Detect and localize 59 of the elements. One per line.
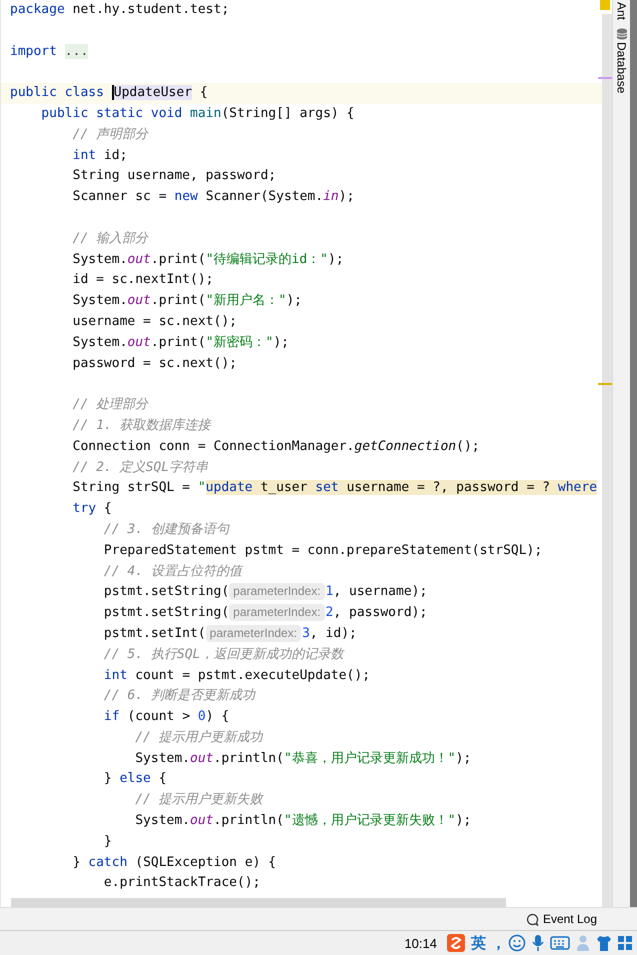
code-line: } else { bbox=[102, 771, 167, 786]
ime-logo-icon[interactable] bbox=[446, 933, 466, 953]
code-line: // 4. 设置占位符的值 bbox=[102, 564, 242, 579]
code-line: username = sc.next(); bbox=[72, 314, 237, 329]
shirt-icon[interactable] bbox=[596, 934, 612, 952]
code-line: } catch (SQLException e) { bbox=[72, 854, 276, 870]
code-editor[interactable] bbox=[0, 0, 612, 907]
code-line: System.out.print("待编辑记录的id："); bbox=[72, 252, 344, 267]
grid-icon[interactable] bbox=[617, 935, 633, 951]
vertical-scrollbar[interactable] bbox=[602, 14, 612, 907]
code-line: pstmt.setString( parameterIndex: 2, password); bbox=[102, 605, 428, 620]
code-line: PreparedStatement pstmt = conn.prepareStatement(strSQL); bbox=[102, 542, 542, 558]
code-line: Scanner sc = new Scanner(System.in); bbox=[72, 189, 354, 204]
microphone-icon[interactable] bbox=[531, 934, 545, 952]
code-line: public static void main(String[] args) { bbox=[40, 106, 354, 121]
punctuation-mode-indicator[interactable]: ， bbox=[491, 934, 503, 952]
code-line: // 2. 定义SQL字符串 bbox=[72, 460, 208, 475]
smiley-icon[interactable] bbox=[508, 934, 526, 952]
code-line: } bbox=[102, 834, 112, 849]
code-line: int id; bbox=[72, 148, 128, 163]
code-line: pstmt.setString( parameterIndex: 1, username); bbox=[102, 584, 428, 600]
input-mode-indicator[interactable]: 英 bbox=[471, 934, 486, 952]
code-line: System.out.println("遗憾，用户记录更新失败！"); bbox=[134, 813, 472, 828]
code-line: id = sc.nextInt(); bbox=[72, 272, 214, 288]
tool-window-tab[interactable]: Ant bbox=[614, 0, 628, 22]
code-line: // 1. 获取数据库连接 bbox=[72, 418, 211, 433]
horizontal-scrollbar[interactable] bbox=[11, 898, 506, 907]
code-line: pstmt.setInt( parameterIndex: 3, id); bbox=[102, 626, 357, 641]
code-line: System.out.print("新用户名："); bbox=[72, 293, 302, 308]
database-icon bbox=[616, 28, 628, 40]
code-line: // 处理部分 bbox=[72, 397, 148, 412]
speech-bubble-icon bbox=[526, 912, 539, 926]
code-line: int count = pstmt.executeUpdate(); bbox=[102, 668, 370, 682]
code-line: try { bbox=[72, 501, 112, 516]
code-line: public class UpdateUser { bbox=[10, 85, 208, 100]
code-line: // 6. 判断是否更新成功 bbox=[102, 688, 255, 704]
code-line: import ... bbox=[10, 44, 88, 59]
keyboard-icon[interactable] bbox=[550, 935, 570, 951]
tool-window-tab[interactable]: Database bbox=[614, 40, 628, 96]
warning-stripe-marker[interactable] bbox=[598, 383, 612, 385]
code-line: // 提示用户更新成功 bbox=[134, 730, 263, 745]
code-line: Connection conn = ConnectionManager.getConnection(); bbox=[72, 438, 480, 454]
code-line: if (count > 0) { bbox=[102, 709, 230, 724]
code-line: package net.hy.student.test; bbox=[10, 2, 230, 17]
event-log-button[interactable]: Event Log bbox=[526, 912, 597, 926]
code-line: // 输入部分 bbox=[72, 230, 148, 246]
code-line: String username, password; bbox=[72, 168, 276, 184]
clock-time[interactable]: 10:14 bbox=[404, 936, 437, 950]
code-line: password = sc.next(); bbox=[72, 356, 237, 371]
code-line: // 5. 执行SQL，返回更新成功的记录数 bbox=[102, 646, 344, 662]
code-line: // 声明部分 bbox=[72, 126, 148, 142]
error-stripe-marker[interactable] bbox=[598, 77, 612, 79]
status-marker bbox=[600, 0, 610, 10]
code-line: System.out.println("恭喜，用户记录更新成功！"); bbox=[134, 750, 472, 766]
code-line: // 3. 创建预备语句 bbox=[102, 522, 229, 537]
code-line: System.out.print("新密码："); bbox=[72, 334, 289, 350]
code-line: String strSQL = "update t_user set username = ?, password = ? where bbox=[72, 480, 598, 496]
code-line: // 提示用户更新失败 bbox=[134, 792, 263, 808]
code-line: e.printStackTrace(); bbox=[102, 875, 260, 890]
